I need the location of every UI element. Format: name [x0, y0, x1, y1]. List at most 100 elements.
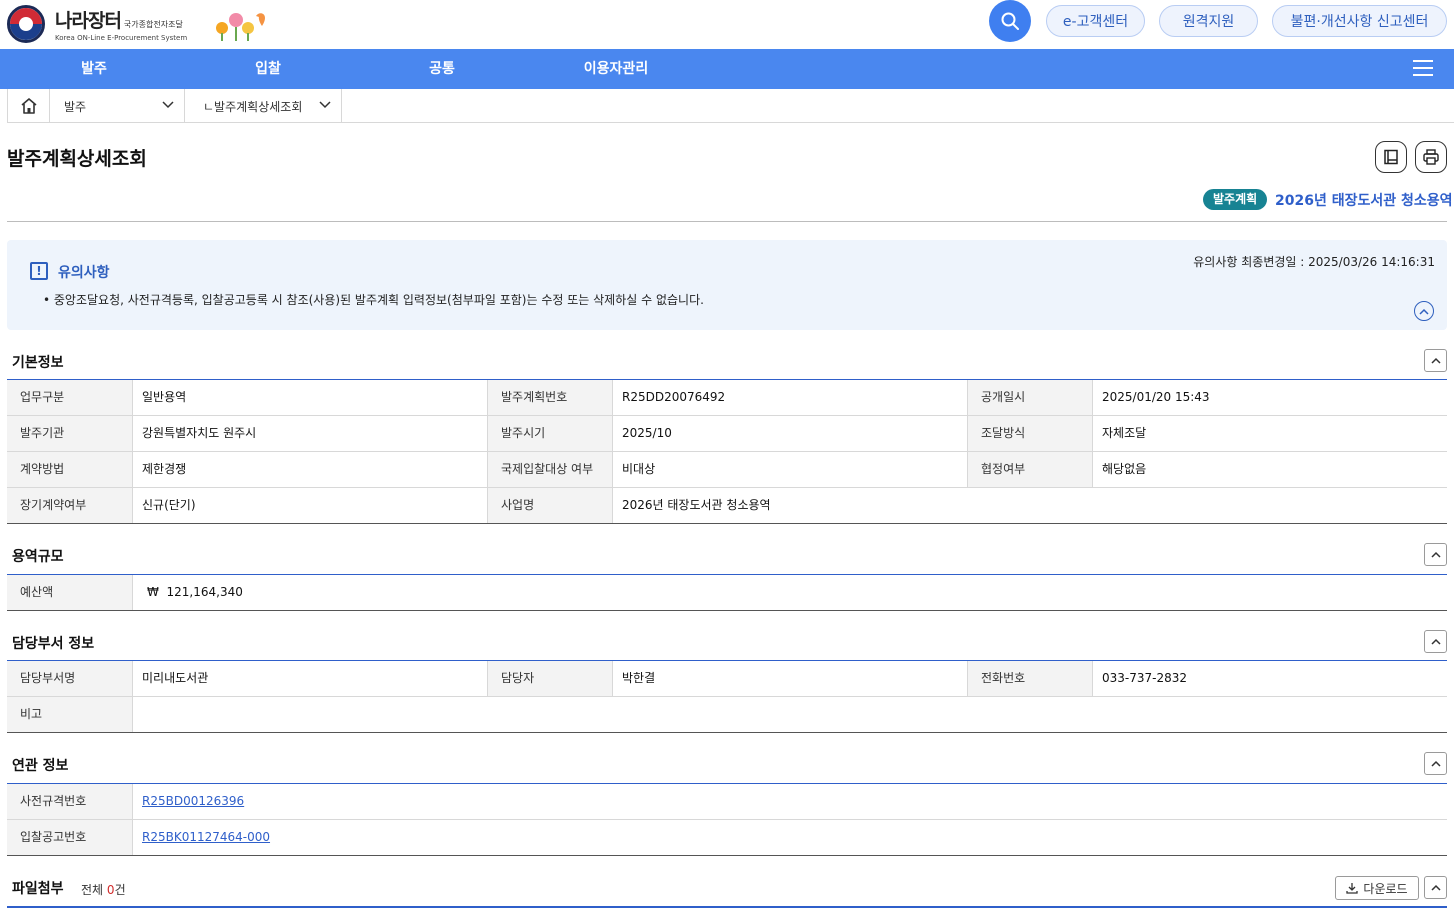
- notice-collapse-button[interactable]: [1414, 301, 1434, 321]
- label-work-type: 업무구분: [7, 380, 133, 415]
- basic-info-table: 업무구분 일반용역 발주계획번호 R25DD20076492 공개일시 2025…: [7, 379, 1447, 524]
- value-procurement-method: 자체조달: [1102, 426, 1147, 440]
- manual-button[interactable]: [1375, 141, 1407, 173]
- table-row: 장기계약여부 신규(단기) 사업명 2026년 태장도서관 청소용역: [7, 488, 1447, 524]
- files-table-top: [7, 906, 1447, 908]
- search-icon: [1001, 12, 1019, 30]
- label-procurement-method: 조달방식: [967, 416, 1093, 451]
- value-contract-method: 제한경쟁: [142, 462, 187, 476]
- notice-box: ! 유의사항 유의사항 최종변경일 : 2025/03/26 14:16:31 …: [7, 240, 1447, 330]
- print-icon: [1423, 149, 1439, 165]
- label-note: 비고: [7, 697, 133, 732]
- budget-cell: ₩ 121,164,340: [133, 575, 1447, 610]
- label-long-term-contract: 장기계약여부: [7, 488, 133, 523]
- section-title-dept: 담당부서 정보: [12, 636, 95, 652]
- pre-spec-cell: R25BD00126396: [133, 784, 1447, 819]
- book-icon: [1384, 149, 1398, 165]
- logo-subtitle: 국가종합전자조달: [123, 20, 183, 29]
- search-button[interactable]: [989, 0, 1031, 42]
- exclamation-icon: !: [30, 262, 48, 280]
- nav-item-user-management[interactable]: 이용자관리: [566, 49, 666, 89]
- table-row: 계약방법 제한경쟁 국제입찰대상 여부 비대상 협정여부 해당없음: [7, 452, 1447, 488]
- nara-logo[interactable]: 나라장터 국가종합전자조달 Korea ON-Line E-Procuremen…: [7, 5, 187, 43]
- value-person: 박한결: [622, 671, 656, 685]
- table-row: 비고: [7, 697, 1447, 733]
- taegeuk-logo-icon: [7, 5, 45, 43]
- related-collapse-button[interactable]: [1424, 752, 1447, 775]
- files-collapse-button[interactable]: [1424, 876, 1447, 899]
- dept-table: 담당부서명 미리내도서관 담당자 박한결 전화번호 033-737-2832 비…: [7, 660, 1447, 733]
- section-title-files: 파일첨부: [12, 881, 64, 897]
- home-icon: [20, 98, 37, 114]
- plan-name: 2026년 태장도서관 청소용역: [1275, 193, 1453, 209]
- hamburger-icon[interactable]: [1413, 60, 1433, 78]
- file-count-unit: 건: [114, 883, 126, 897]
- table-row: 예산액 ₩ 121,164,340: [7, 575, 1447, 611]
- file-count-number: 0: [106, 883, 115, 897]
- file-count: 전체 0건: [81, 881, 126, 898]
- dept-collapse-button[interactable]: [1424, 630, 1447, 653]
- main-nav: 발주 입찰 공통 이용자관리: [0, 49, 1454, 89]
- pre-spec-link[interactable]: R25BD00126396: [142, 794, 244, 808]
- breadcrumb-level2-select[interactable]: ㄴ발주계획상세조회: [185, 89, 342, 123]
- chevron-up-icon: [1430, 357, 1441, 364]
- label-person: 담당자: [487, 661, 613, 696]
- value-long-term-contract: 신규(단기): [142, 498, 196, 512]
- download-label: 다운로드: [1363, 881, 1408, 896]
- value-note: [133, 697, 1447, 732]
- nav-item-bid[interactable]: 입찰: [228, 49, 308, 89]
- chevron-down-icon: [162, 101, 174, 109]
- section-title-related: 연관 정보: [12, 758, 69, 774]
- basic-collapse-button[interactable]: [1424, 349, 1447, 372]
- complaint-center-button[interactable]: 불편·개선사항 신고센터: [1272, 5, 1447, 37]
- breadcrumb: 발주 ㄴ발주계획상세조회: [7, 89, 1454, 123]
- flower-decoration-icon: [216, 13, 266, 41]
- print-button[interactable]: [1415, 141, 1447, 173]
- notice-title: 유의사항: [58, 265, 110, 281]
- scale-collapse-button[interactable]: [1424, 543, 1447, 566]
- chevron-down-icon: [319, 101, 331, 109]
- bid-notice-link[interactable]: R25BK01127464-000: [142, 830, 270, 844]
- value-agreement: 해당없음: [1102, 462, 1147, 476]
- currency-symbol: ₩: [147, 585, 159, 599]
- home-button[interactable]: [7, 89, 50, 123]
- chevron-up-icon: [1430, 760, 1441, 767]
- breadcrumb-level1-select[interactable]: 발주: [50, 89, 185, 123]
- label-order-period: 발주시기: [487, 416, 613, 451]
- value-agency: 강원특별자치도 원주시: [142, 426, 257, 440]
- table-row: 업무구분 일반용역 발주계획번호 R25DD20076492 공개일시 2025…: [7, 380, 1447, 416]
- value-international-bid: 비대상: [622, 462, 656, 476]
- label-phone: 전화번호: [967, 661, 1093, 696]
- file-total-label: 전체: [81, 883, 104, 897]
- site-header: 나라장터 국가종합전자조달 Korea ON-Line E-Procuremen…: [0, 0, 1454, 49]
- plan-type-badge: 발주계획: [1203, 189, 1268, 210]
- remote-support-button[interactable]: 원격지원: [1159, 5, 1258, 37]
- download-icon: [1346, 883, 1359, 894]
- section-title-basic: 기본정보: [12, 355, 64, 371]
- table-row: 사전규격번호 R25BD00126396: [7, 784, 1447, 820]
- logo-name: 나라장터: [55, 10, 122, 32]
- value-order-period: 2025/10: [622, 426, 672, 440]
- section-title-scale: 용역규모: [12, 549, 64, 565]
- related-table: 사전규격번호 R25BD00126396 입찰공고번호 R25BK0112746…: [7, 783, 1447, 856]
- breadcrumb-level2-label: ㄴ발주계획상세조회: [203, 99, 303, 114]
- label-budget: 예산액: [7, 575, 133, 610]
- label-dept-name: 담당부서명: [7, 661, 133, 696]
- logo-english: Korea ON-Line E-Procurement System: [55, 34, 188, 42]
- notice-text: • 중앙조달요청, 사전규격등록, 입찰공고등록 시 참조(사용)된 발주계획 …: [43, 293, 704, 307]
- label-agency: 발주기관: [7, 416, 133, 451]
- label-plan-number: 발주계획번호: [487, 380, 613, 415]
- download-button[interactable]: 다운로드: [1335, 876, 1419, 900]
- label-agreement: 협정여부: [967, 452, 1093, 487]
- breadcrumb-level1-label: 발주: [64, 99, 87, 114]
- e-customer-center-button[interactable]: e-고객센터: [1046, 5, 1145, 37]
- nav-item-order[interactable]: 발주: [54, 49, 134, 89]
- chevron-up-icon: [1430, 551, 1441, 558]
- label-project-name: 사업명: [487, 488, 613, 523]
- table-row: 입찰공고번호 R25BK01127464-000: [7, 820, 1447, 856]
- page-title: 발주계획상세조회: [7, 148, 147, 170]
- chevron-up-icon: [1430, 638, 1441, 645]
- label-contract-method: 계약방법: [7, 452, 133, 487]
- value-project-name: 2026년 태장도서관 청소용역: [622, 498, 771, 512]
- nav-item-common[interactable]: 공통: [402, 49, 482, 89]
